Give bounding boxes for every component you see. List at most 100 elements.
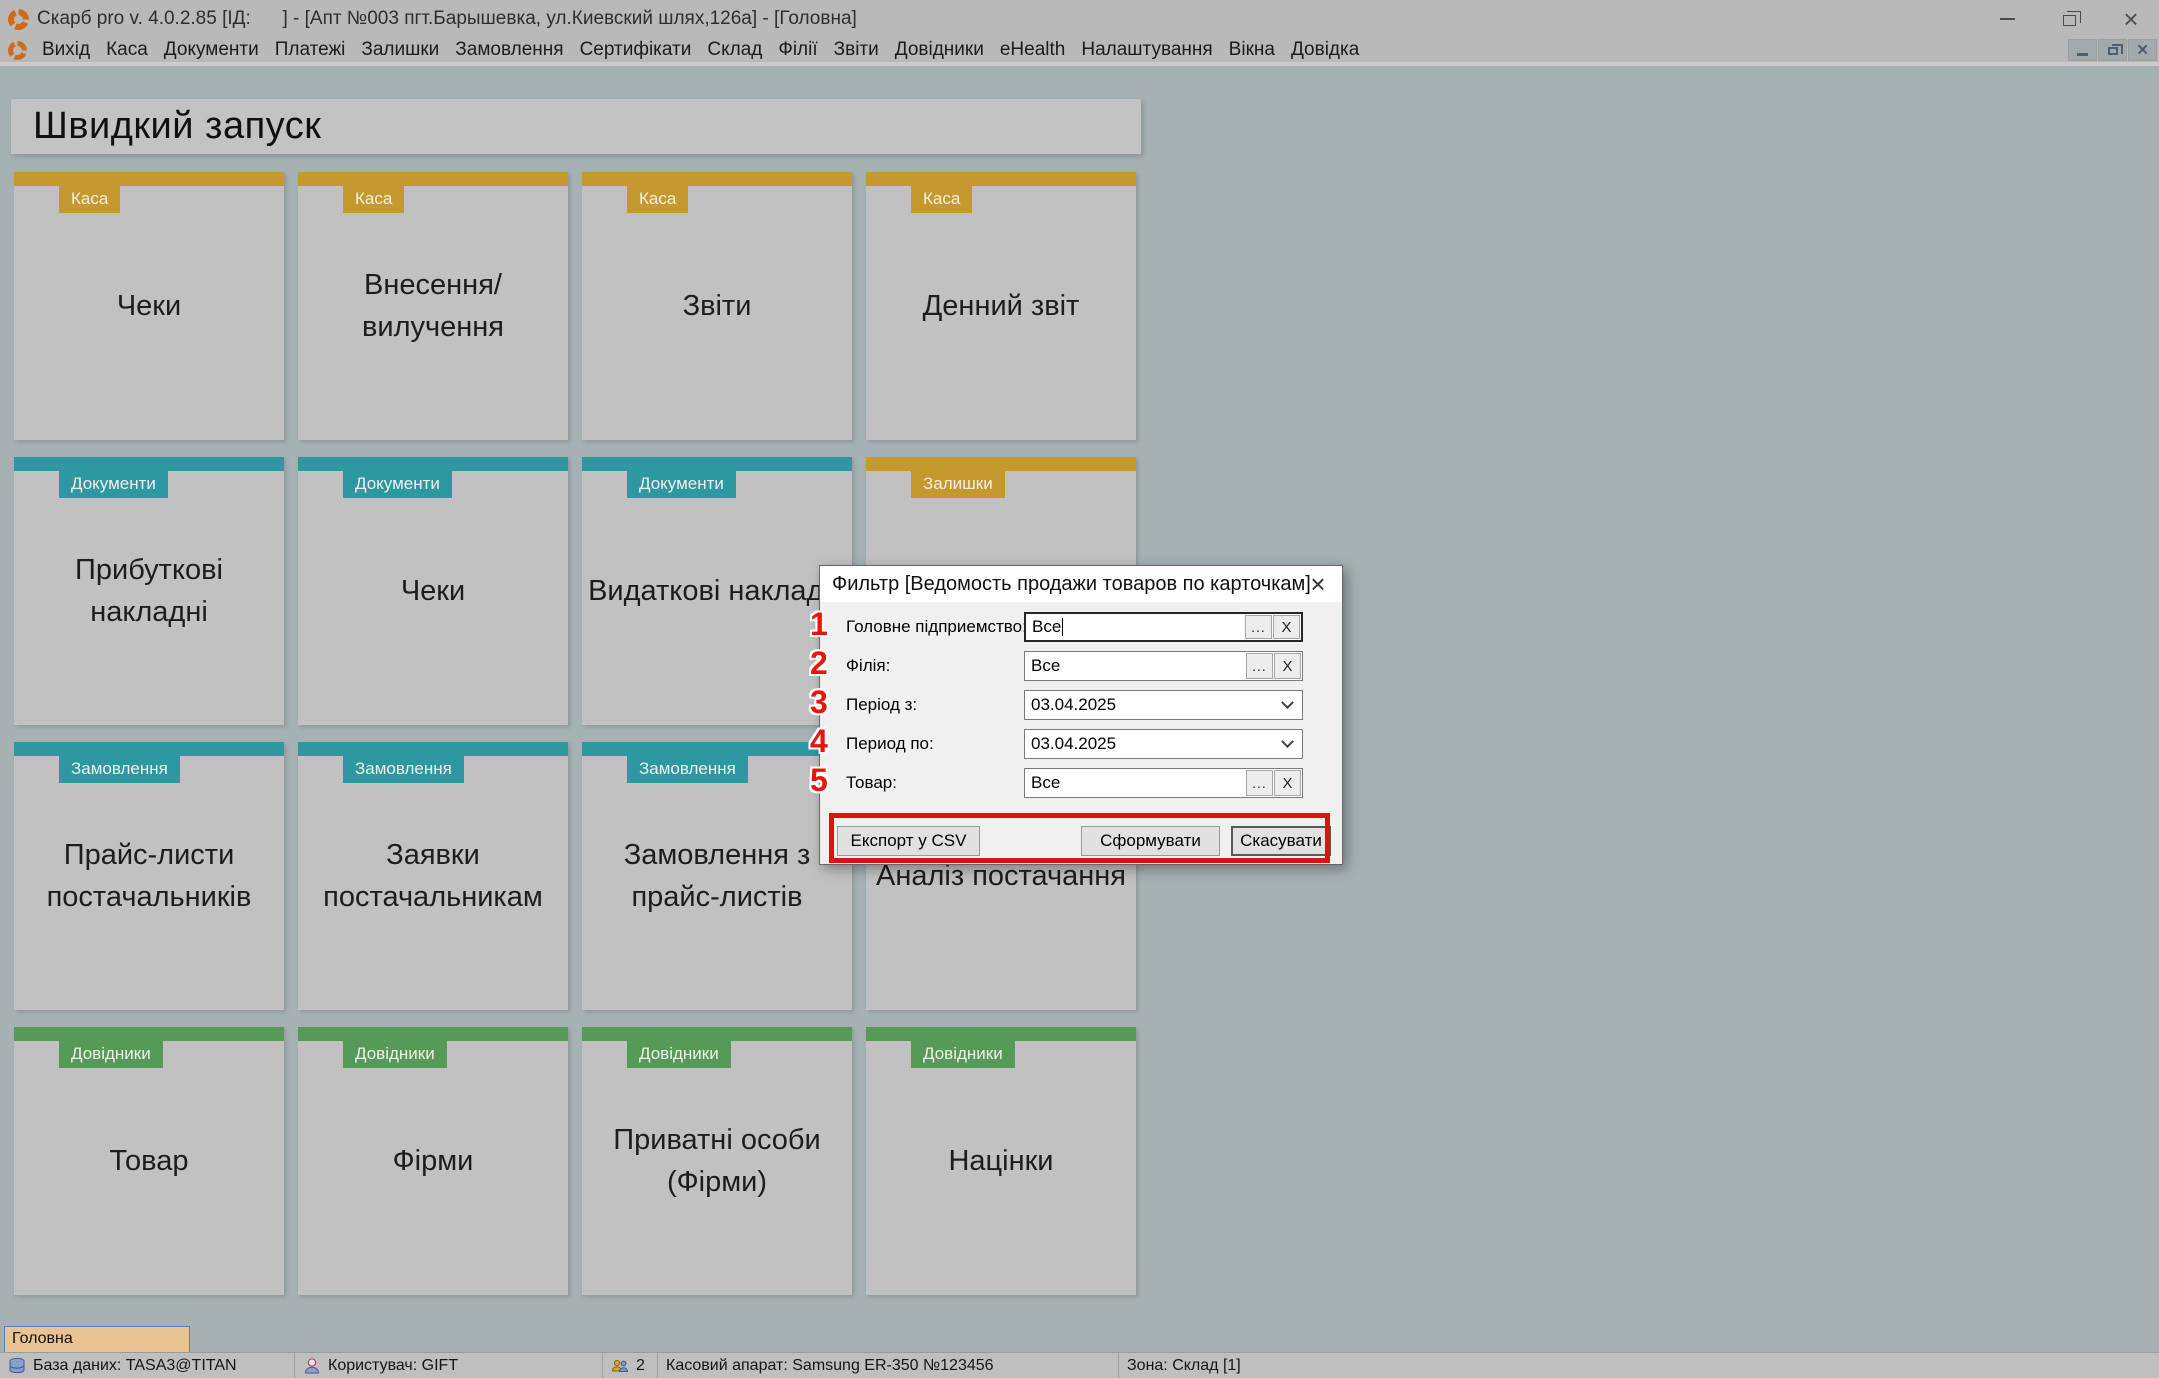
minimize-icon[interactable] bbox=[1993, 5, 2021, 33]
field-input[interactable]: Все ... X bbox=[1024, 768, 1303, 798]
menu-item[interactable]: Склад bbox=[699, 39, 770, 61]
lookup-more-button[interactable]: ... bbox=[1246, 770, 1273, 796]
mdi-window-controls: × bbox=[2068, 39, 2157, 61]
quick-launch-tile[interactable]: Каса Звіти bbox=[582, 172, 852, 440]
field-value[interactable]: Все bbox=[1026, 614, 1245, 640]
tile-label: Прайс-листи постачальників bbox=[46, 838, 252, 913]
status-cash-register: Касовий апарат: Samsung ER-350 №123456 bbox=[658, 1353, 1118, 1378]
page-title: Швидкий запуск bbox=[33, 105, 322, 147]
quick-launch-tile[interactable]: Каса Внесення/вилучення bbox=[298, 172, 568, 440]
mdi-restore-icon[interactable] bbox=[2098, 39, 2127, 61]
status-user-text: Користувач: GIFT bbox=[328, 1356, 459, 1374]
database-icon bbox=[9, 1357, 25, 1373]
menu-item[interactable]: Вікна bbox=[1221, 39, 1283, 61]
menu-item[interactable]: Каса bbox=[98, 39, 156, 61]
menu-item[interactable]: Довідка bbox=[1283, 39, 1367, 61]
quick-launch-panel: Швидкий запуск bbox=[11, 99, 1141, 154]
tile-label: Прибуткові накладні bbox=[75, 553, 223, 628]
quick-launch-tile[interactable]: Документи Прибуткові накладні bbox=[14, 457, 284, 725]
quick-launch-tile[interactable]: Довідники Фірми bbox=[298, 1027, 568, 1295]
menu-items: Вихід Каса Документи Платежі Залишки Замовлен… bbox=[34, 39, 1367, 61]
dialog-field-row: 4 Период по: 03.04.2025 bbox=[810, 723, 1342, 759]
close-icon[interactable]: × bbox=[2117, 5, 2145, 33]
lookup-clear-button[interactable]: X bbox=[1274, 770, 1301, 796]
mdi-child-logo-icon bbox=[8, 40, 27, 60]
tile-label: Заявки постачальникам bbox=[323, 838, 543, 913]
filter-dialog: Фильтр [Ведомость продажи товаров по кар… bbox=[810, 565, 1343, 865]
quick-launch-tile[interactable]: Довідники Приватні особи (Фірми) bbox=[582, 1027, 852, 1295]
dropdown-button[interactable] bbox=[1272, 730, 1302, 758]
cancel-button[interactable]: Скасувати bbox=[1231, 826, 1331, 856]
status-zone: Зона: Склад [1] bbox=[1119, 1353, 2159, 1378]
dropdown-button[interactable] bbox=[1272, 691, 1302, 719]
tile-label: Націнки bbox=[948, 1144, 1054, 1177]
dialog-titlebar[interactable]: Фильтр [Ведомость продажи товаров по кар… bbox=[820, 566, 1342, 602]
field-input[interactable]: 03.04.2025 bbox=[1024, 729, 1303, 759]
field-input[interactable]: Все ... X bbox=[1024, 651, 1303, 681]
window-titlebar: Скарб pro v. 4.0.2.85 [ІД: ] - [Апт №003… bbox=[0, 0, 2159, 38]
menu-item[interactable]: Замовлення bbox=[447, 39, 571, 61]
export-csv-button[interactable]: Експорт у CSV bbox=[837, 826, 980, 856]
lookup-more-button[interactable]: ... bbox=[1245, 615, 1272, 639]
menu-item[interactable]: Філії bbox=[770, 39, 825, 61]
chevron-down-icon bbox=[1280, 734, 1294, 748]
quick-launch-tile[interactable]: Довідники Націнки bbox=[866, 1027, 1136, 1295]
field-value[interactable]: Все bbox=[1025, 769, 1246, 797]
quick-launch-tile[interactable]: Каса Чеки bbox=[14, 172, 284, 440]
field-label: Период по: bbox=[846, 734, 934, 753]
annotation-number: 2 bbox=[810, 645, 828, 681]
menu-item[interactable]: Сертифікати bbox=[572, 39, 700, 61]
menu-item[interactable]: eHealth bbox=[992, 39, 1074, 61]
tab-home[interactable]: Головна bbox=[4, 1326, 190, 1353]
field-label: Головне підприемство: bbox=[846, 617, 1027, 636]
field-value[interactable]: 03.04.2025 bbox=[1025, 691, 1272, 719]
window-title: Скарб pro v. 4.0.2.85 [ІД: ] - [Апт №003… bbox=[37, 8, 857, 29]
users-group-icon bbox=[611, 1359, 629, 1372]
quick-launch-tile[interactable]: Документи Чеки bbox=[298, 457, 568, 725]
dialog-close-icon[interactable]: × bbox=[1298, 566, 1338, 602]
user-icon bbox=[304, 1357, 320, 1373]
annotation-number: 5 bbox=[810, 762, 828, 798]
field-value[interactable]: Все bbox=[1025, 652, 1246, 680]
lookup-more-button[interactable]: ... bbox=[1246, 653, 1273, 679]
status-database-text: База даних: TASA3@TITAN bbox=[33, 1356, 237, 1374]
quick-launch-tile[interactable]: Каса Денний звіт bbox=[866, 172, 1136, 440]
menu-item[interactable]: Документи bbox=[156, 39, 267, 61]
restore-icon[interactable] bbox=[2055, 5, 2083, 33]
quick-launch-tile[interactable]: Замовлення Заявки постачальникам bbox=[298, 742, 568, 1010]
dialog-field-row: 2 Філія: Все ... X bbox=[810, 645, 1342, 681]
menu-item[interactable]: Залишки bbox=[353, 39, 447, 61]
quick-launch-tile[interactable]: Довідники Товар bbox=[14, 1027, 284, 1295]
mdi-close-icon[interactable]: × bbox=[2128, 39, 2157, 61]
menu-bar: Вихід Каса Документи Платежі Залишки Замовлен… bbox=[0, 38, 2159, 62]
menu-item[interactable]: Звіти bbox=[826, 39, 887, 61]
status-cash-register-text: Касовий апарат: Samsung ER-350 №123456 bbox=[666, 1356, 994, 1374]
field-input[interactable]: Все ... X bbox=[1024, 612, 1303, 642]
annotation-number: 4 bbox=[810, 723, 828, 759]
lookup-clear-button[interactable]: X bbox=[1273, 615, 1300, 639]
status-connections: 2 bbox=[603, 1353, 657, 1378]
menu-item[interactable]: Довідники bbox=[887, 39, 992, 61]
menu-item[interactable]: Налаштування bbox=[1073, 39, 1220, 61]
status-bar: База даних: TASA3@TITAN Користувач: GIFT… bbox=[0, 1352, 2159, 1378]
tile-label: Приватні особи (Фірми) bbox=[613, 1123, 821, 1198]
tile-label: Звіти bbox=[682, 289, 752, 322]
dialog-title: Фильтр [Ведомость продажи товаров по кар… bbox=[832, 572, 1311, 595]
dialog-field-row: 1 Головне підприемство: Все ... X bbox=[810, 606, 1342, 642]
tile-label: Денний звіт bbox=[922, 289, 1080, 322]
menu-item[interactable]: Платежі bbox=[267, 39, 354, 61]
quick-launch-tile[interactable]: Замовлення Прайс-листи постачальників bbox=[14, 742, 284, 1010]
field-input[interactable]: 03.04.2025 bbox=[1024, 690, 1303, 720]
annotation-number: 3 bbox=[810, 684, 828, 720]
mdi-minimize-icon[interactable] bbox=[2068, 39, 2097, 61]
menu-item[interactable]: Вихід bbox=[34, 39, 98, 61]
field-value[interactable]: 03.04.2025 bbox=[1025, 730, 1272, 758]
app-logo-icon bbox=[8, 8, 29, 30]
tile-label: Чеки bbox=[400, 574, 466, 607]
chevron-down-icon bbox=[1280, 695, 1294, 709]
dialog-field-row: 5 Товар: Все ... X bbox=[810, 762, 1342, 798]
window-controls: × bbox=[1993, 0, 2145, 38]
tile-label: Товар bbox=[109, 1144, 189, 1177]
lookup-clear-button[interactable]: X bbox=[1274, 653, 1301, 679]
generate-button[interactable]: Сформувати bbox=[1081, 826, 1220, 856]
